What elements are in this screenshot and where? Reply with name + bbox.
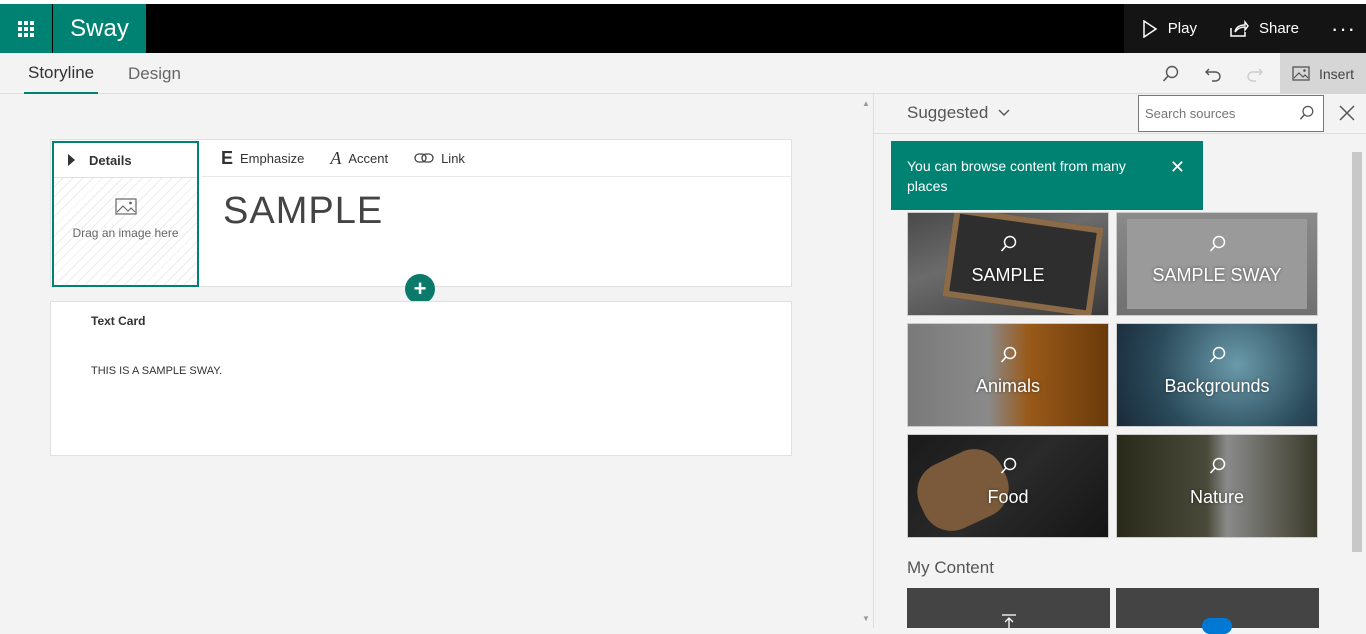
search-icon [1162, 65, 1179, 82]
undo-icon [1205, 68, 1221, 82]
app-launcher-button[interactable] [0, 4, 52, 53]
search-icon [1000, 235, 1017, 252]
play-label: Play [1167, 20, 1197, 37]
undo-button[interactable] [1192, 65, 1234, 83]
tab-bar: Storyline Design Insert [0, 53, 1366, 94]
document-image [1127, 219, 1307, 309]
tile-label: Backgrounds [1164, 376, 1270, 396]
image-icon [54, 198, 197, 220]
tile-label: Nature [1189, 487, 1245, 507]
browse-tip-text: You can browse content from many places [907, 158, 1126, 194]
cloud-icon [1202, 618, 1232, 634]
emphasize-icon: E [221, 147, 234, 168]
chalkboard-image [942, 213, 1104, 315]
card-toolbar: E Emphasize A Accent Link [201, 140, 791, 177]
search-icon [1000, 457, 1017, 474]
details-toggle[interactable]: Details [54, 143, 197, 178]
tile-label: SAMPLE SWAY [1152, 265, 1282, 285]
more-options-button[interactable]: ··· [1331, 16, 1356, 42]
link-label: Link [441, 150, 465, 166]
play-icon [1143, 19, 1158, 38]
onedrive-tile[interactable] [1116, 588, 1319, 634]
dropzone-text: Drag an image here [72, 226, 179, 240]
panel-scrollbar[interactable] [1352, 152, 1362, 552]
tab-design[interactable]: Design [128, 53, 181, 94]
title-card[interactable]: Details Drag an image here E Emphasize A… [50, 139, 792, 287]
canvas-scroll-up-arrow[interactable]: ▲ [862, 99, 870, 108]
image-dropzone[interactable]: Drag an image here [54, 178, 197, 285]
caret-right-icon [68, 154, 75, 166]
card-title-text[interactable]: SAMPLE [223, 190, 383, 233]
redo-icon [1247, 68, 1263, 82]
image-icon [1292, 66, 1310, 81]
browse-tip: You can browse content from many places … [891, 141, 1203, 210]
details-label: Details [89, 152, 132, 168]
share-icon [1230, 19, 1249, 37]
search-icon [1000, 346, 1017, 363]
accent-icon: A [330, 147, 342, 168]
source-dropdown-label: Suggested [907, 103, 989, 122]
upload-icon [1002, 614, 1016, 628]
link-icon [414, 153, 434, 163]
text-card[interactable]: Text Card THIS IS A SAMPLE SWAY. [50, 301, 792, 456]
source-dropdown[interactable]: Suggested [907, 103, 1010, 123]
link-button[interactable]: Link [414, 151, 465, 166]
close-icon[interactable] [1338, 104, 1356, 122]
app-header: Sway Play Share ··· [0, 4, 1366, 53]
waffle-icon [18, 20, 34, 37]
top-actions: Play Share ··· [1123, 4, 1366, 53]
tab-storyline[interactable]: Storyline [24, 53, 99, 94]
search-icon [1209, 457, 1226, 474]
search-sources-box[interactable] [1138, 95, 1324, 132]
suggestion-tile-sample-sway[interactable]: SAMPLE SWAY [1116, 212, 1318, 316]
accent-label: Accent [348, 150, 389, 166]
search-button[interactable] [1150, 65, 1192, 83]
emphasize-label: Emphasize [240, 150, 305, 166]
text-card-label: Text Card [91, 314, 146, 328]
search-icon [1209, 346, 1226, 363]
insert-panel-header: Suggested [874, 94, 1366, 134]
suggestion-tile-animals[interactable]: Animals [907, 323, 1109, 427]
play-button[interactable]: Play [1142, 19, 1197, 38]
search-icon [1209, 235, 1226, 252]
suggestion-tile-backgrounds[interactable]: Backgrounds [1116, 323, 1318, 427]
chevron-down-icon [998, 109, 1010, 116]
app-name[interactable]: Sway [53, 4, 146, 53]
upload-tile[interactable] [907, 588, 1110, 628]
share-label: Share [1258, 20, 1300, 37]
tile-label: SAMPLE [971, 265, 1045, 285]
share-button[interactable]: Share [1229, 19, 1300, 38]
tile-label: Animals [975, 376, 1041, 396]
suggestion-tile-nature[interactable]: Nature [1116, 434, 1318, 538]
text-card-body[interactable]: THIS IS A SAMPLE SWAY. [91, 365, 222, 377]
insert-label: Insert [1318, 65, 1354, 82]
add-card-button[interactable]: + [405, 274, 435, 304]
tile-label: Food [987, 487, 1029, 507]
my-content-heading: My Content [907, 558, 994, 577]
search-icon[interactable] [1299, 105, 1315, 121]
redo-button[interactable] [1234, 65, 1276, 83]
search-sources-input[interactable] [1139, 96, 1289, 131]
suggestion-tile-sample[interactable]: SAMPLE [907, 212, 1109, 316]
suggestion-tile-food[interactable]: Food [907, 434, 1109, 538]
emphasize-button[interactable]: E Emphasize [221, 148, 304, 169]
details-panel[interactable]: Details Drag an image here [52, 141, 199, 287]
canvas-scroll-down-arrow[interactable]: ▼ [862, 614, 870, 623]
insert-button[interactable]: Insert [1280, 53, 1366, 94]
accent-button[interactable]: A Accent [330, 148, 388, 169]
edit-tools [1150, 53, 1276, 94]
close-icon[interactable]: ✕ [1170, 157, 1185, 177]
